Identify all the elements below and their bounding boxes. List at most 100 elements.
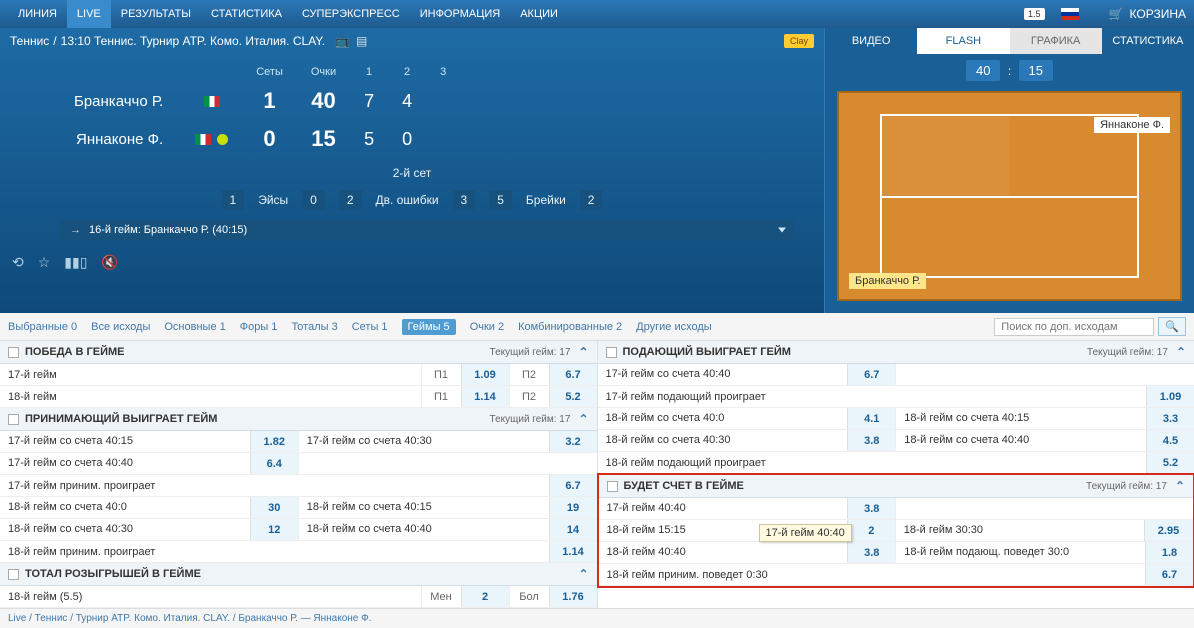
- odds-button[interactable]: 19: [549, 497, 597, 518]
- stat-brk-name: Брейки: [526, 193, 566, 207]
- filter-handicap[interactable]: Форы 1: [240, 321, 278, 333]
- crumb-sport[interactable]: Теннис: [10, 34, 49, 48]
- hdr-s2: 2: [388, 62, 426, 82]
- odds-button[interactable]: 1.09: [1146, 386, 1194, 407]
- collapse-icon[interactable]: ⌃: [1176, 345, 1186, 359]
- odds-button[interactable]: 1.76: [549, 586, 597, 607]
- odds-button[interactable]: 4.1: [847, 408, 895, 429]
- rtab-graphic[interactable]: ГРАФИКА: [1010, 28, 1102, 54]
- filter-combined[interactable]: Комбинированные 2: [518, 321, 622, 333]
- odds-button[interactable]: 1.09: [461, 364, 509, 385]
- market-header[interactable]: ТОТАЛ РОЗЫГРЫШЕЙ В ГЕЙМЕ⌃: [0, 563, 597, 586]
- nav-promo[interactable]: АКЦИИ: [510, 0, 568, 28]
- odds-button[interactable]: 3.3: [1146, 408, 1194, 429]
- odds-button[interactable]: 1.14: [461, 386, 509, 407]
- odds-button[interactable]: 3.8: [847, 430, 895, 451]
- odds-button[interactable]: 6.7: [549, 364, 597, 385]
- market-header[interactable]: БУДЕТ СЧЕТ В ГЕЙМЕТекущий гейм: 17⌃: [599, 475, 1194, 498]
- odds-format-badge[interactable]: 1.5: [1024, 8, 1045, 20]
- collapse-icon[interactable]: ⌃: [578, 567, 588, 581]
- rtab-stats[interactable]: СТАТИСТИКА: [1102, 28, 1194, 54]
- market-checkbox[interactable]: [8, 414, 19, 425]
- outcome-label: 18-й гейм со счета 40:15: [299, 497, 549, 518]
- outcome-label: 17-й гейм подающий проиграет: [598, 386, 1147, 407]
- p2-sets: 0: [242, 120, 297, 158]
- odds-button[interactable]: 1.14: [549, 541, 597, 562]
- nav-line[interactable]: ЛИНИЯ: [8, 0, 67, 28]
- filter-games[interactable]: Геймы 5: [402, 319, 456, 335]
- stats-icon[interactable]: ▤: [356, 34, 367, 48]
- nav-live[interactable]: LIVE: [67, 0, 111, 28]
- rtab-flash[interactable]: FLASH: [917, 28, 1009, 54]
- nav-stats[interactable]: СТАТИСТИКА: [201, 0, 292, 28]
- nav-super[interactable]: СУПЕРЭКСПРЕСС: [292, 0, 410, 28]
- market-checkbox[interactable]: [8, 347, 19, 358]
- tv-icon[interactable]: 📺: [335, 34, 350, 48]
- filter-totals[interactable]: Тоталы 3: [291, 321, 337, 333]
- rtab-video[interactable]: ВИДЕО: [825, 28, 917, 54]
- market-title: ПРИНИМАЮЩИЙ ВЫИГРАЕТ ГЕЙМ: [25, 413, 217, 425]
- market-search-input[interactable]: [994, 318, 1154, 336]
- market-meta: Текущий гейм: 17: [490, 414, 571, 425]
- crumb-event[interactable]: 13:10 Теннис. Турнир ATP. Комо. Италия. …: [61, 34, 325, 48]
- refresh-icon[interactable]: ⟲: [12, 254, 24, 271]
- odds-button[interactable]: 4.5: [1146, 430, 1194, 451]
- star-icon[interactable]: ☆: [38, 254, 51, 271]
- scoreboard: Сеты Очки 1 2 3 Бранкаччо Р. 1 40 7 4 Ян…: [0, 54, 824, 162]
- outcome-label: 18-й гейм подающ. поведет 30:0: [896, 542, 1145, 563]
- market-checkbox[interactable]: [8, 569, 19, 580]
- p1-s3: [426, 82, 460, 120]
- filter-sets[interactable]: Сеты 1: [352, 321, 388, 333]
- hdr-points: Очки: [297, 62, 350, 82]
- filter-main[interactable]: Основные 1: [164, 321, 225, 333]
- nav-info[interactable]: ИНФОРМАЦИЯ: [410, 0, 510, 28]
- odds-button[interactable]: 1.82: [250, 431, 298, 452]
- filter-all[interactable]: Все исходы: [91, 321, 150, 333]
- outcome-label: 18-й гейм: [0, 386, 421, 407]
- odds-button[interactable]: 12: [250, 519, 298, 540]
- market-row: 18-й гейм приним. проиграет1.14: [0, 541, 597, 563]
- odds-button[interactable]: 5.2: [1146, 452, 1194, 473]
- filter-other[interactable]: Другие исходы: [636, 321, 712, 333]
- nav-results[interactable]: РЕЗУЛЬТАТЫ: [111, 0, 201, 28]
- market-header[interactable]: ПОДАЮЩИЙ ВЫИГРАЕТ ГЕЙМТекущий гейм: 17⌃: [598, 341, 1194, 364]
- collapse-icon[interactable]: ⌃: [578, 412, 588, 426]
- filter-selected[interactable]: Выбранные 0: [8, 321, 77, 333]
- market-checkbox[interactable]: [606, 347, 617, 358]
- collapse-icon[interactable]: ⌃: [1175, 479, 1185, 493]
- market-row: 18-й гейм со счета 40:04.118-й гейм со с…: [598, 408, 1194, 430]
- odds-button[interactable]: 6.7: [1145, 564, 1193, 585]
- market-row: 18-й гейм подающий проиграет5.2: [598, 452, 1194, 474]
- odds-button[interactable]: 2.95: [1144, 520, 1192, 541]
- odds-button[interactable]: 2: [461, 586, 509, 607]
- odds-button[interactable]: 14: [549, 519, 597, 540]
- odds-button[interactable]: 5.2: [549, 386, 597, 407]
- odds-button[interactable]: 6.7: [847, 364, 895, 385]
- live-ticker[interactable]: → 16-й гейм: Бранкаччо Р. (40:15): [60, 220, 794, 240]
- odds-button[interactable]: 2: [847, 520, 895, 541]
- outcome-label: 18-й гейм со счета 40:30: [598, 430, 848, 451]
- cart-icon: 🛒: [1109, 7, 1124, 21]
- flag-italy-icon: [204, 96, 220, 107]
- outcome-label: 17-й гейм: [0, 364, 421, 385]
- market-header[interactable]: ПРИНИМАЮЩИЙ ВЫИГРАЕТ ГЕЙМ Текущий гейм: 1…: [0, 408, 597, 431]
- outcome-label: 17-й гейм со счета 40:15: [0, 431, 250, 452]
- odds-button[interactable]: 3.2: [549, 431, 597, 452]
- bars-icon[interactable]: ▮▮▯: [64, 254, 87, 271]
- odds-button[interactable]: 30: [250, 497, 298, 518]
- odds-button[interactable]: 6.7: [549, 475, 597, 496]
- odds-button[interactable]: 6.4: [250, 453, 298, 474]
- filter-points[interactable]: Очки 2: [470, 321, 504, 333]
- market-checkbox[interactable]: [607, 481, 618, 492]
- basket-link[interactable]: 🛒 КОРЗИНА: [1089, 7, 1186, 21]
- search-button[interactable]: 🔍: [1158, 317, 1186, 336]
- collapse-icon[interactable]: ⌃: [578, 345, 588, 359]
- odds-button[interactable]: 3.8: [847, 542, 895, 563]
- odds-button[interactable]: 1.8: [1145, 542, 1193, 563]
- odds-button[interactable]: 3.8: [847, 498, 895, 519]
- market-filter-bar: Выбранные 0 Все исходы Основные 1 Форы 1…: [0, 313, 1194, 341]
- locale-flag-ru[interactable]: [1061, 8, 1079, 20]
- p1-s2: 4: [388, 82, 426, 120]
- market-header[interactable]: ПОБЕДА В ГЕЙМЕТекущий гейм: 17⌃: [0, 341, 597, 364]
- sound-off-icon[interactable]: 🔇: [101, 254, 118, 271]
